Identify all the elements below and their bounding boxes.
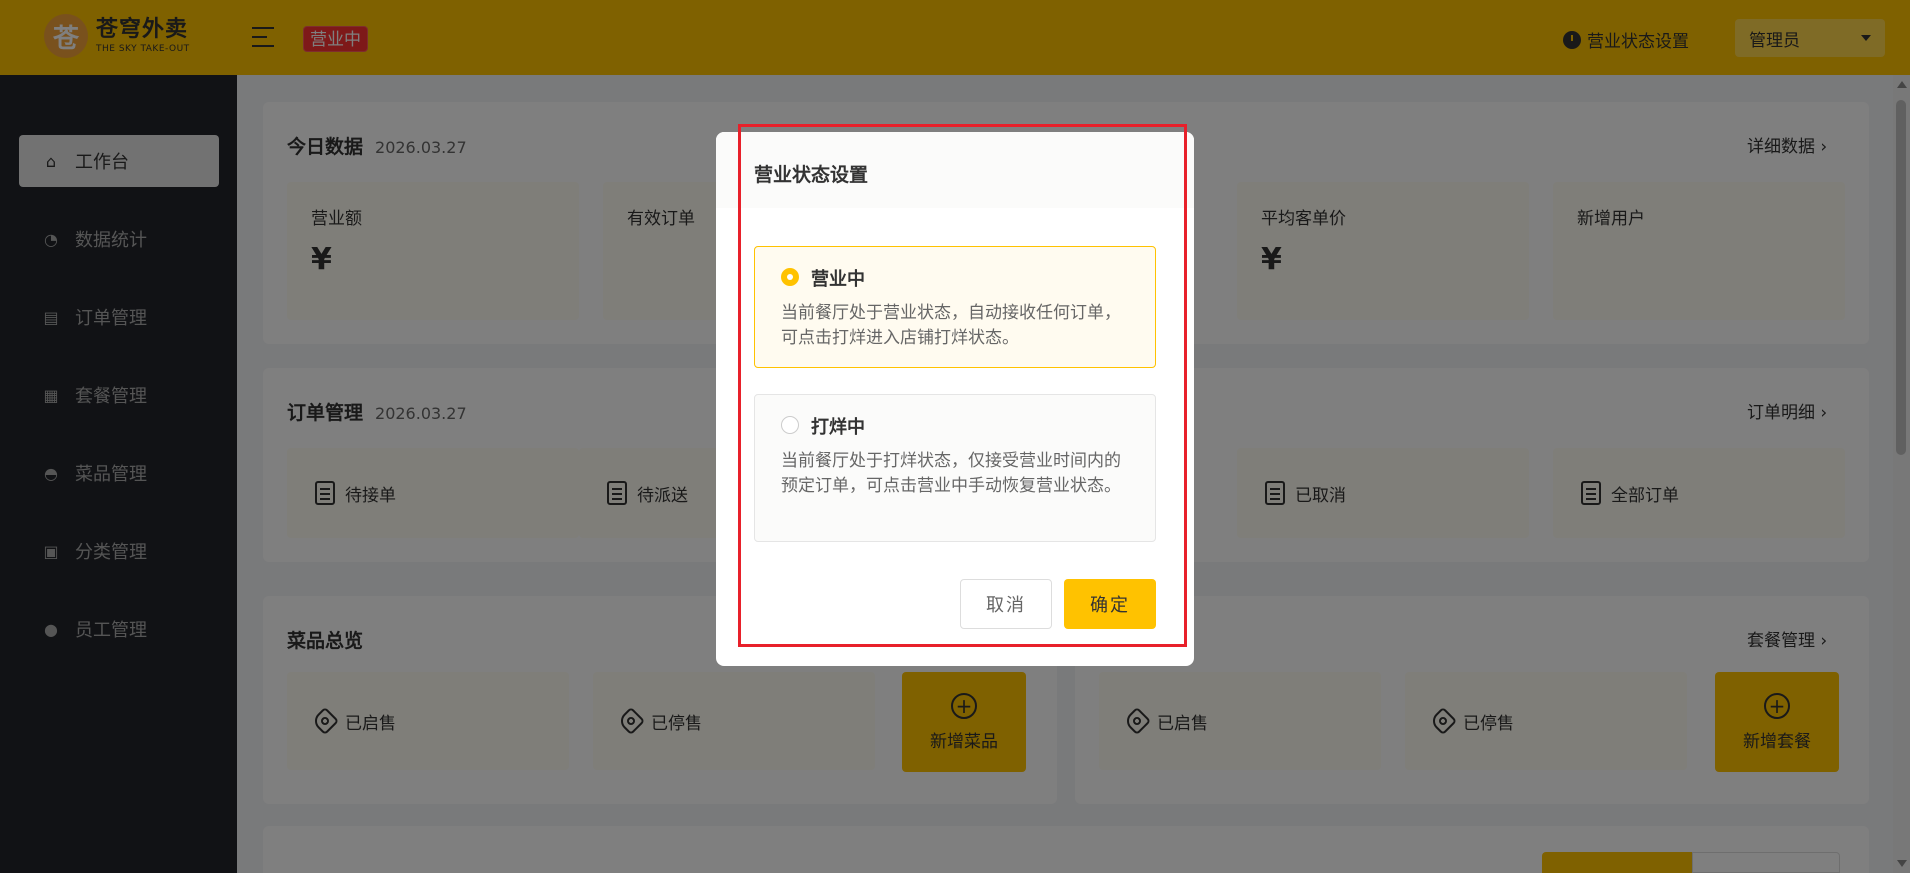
annotation-highlight-box xyxy=(738,124,1187,647)
